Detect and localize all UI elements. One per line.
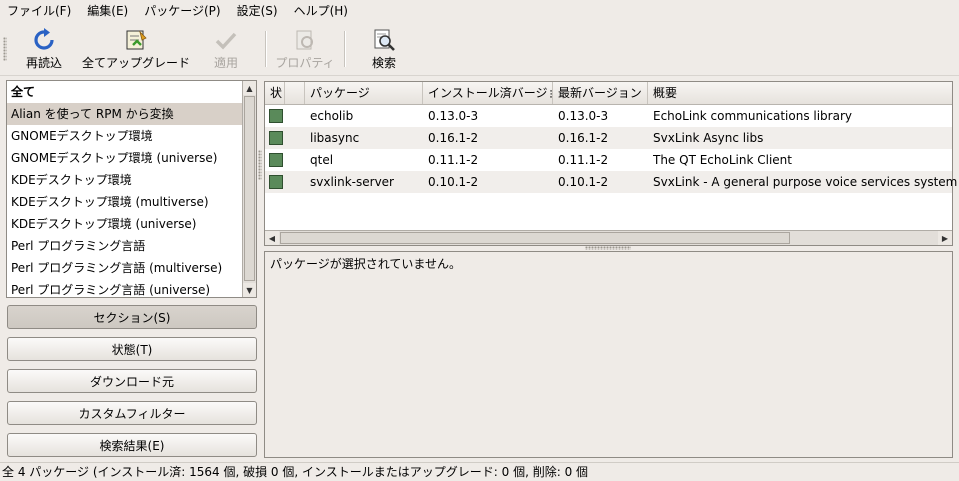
pane-divider-grip[interactable] [258,150,262,180]
package-summary: SvxLink - A general purpose voice servic… [653,175,958,189]
section-item[interactable]: GNOMEデスクトップ環境 [7,125,243,147]
status-text: 全 4 パッケージ (インストール済: 1564 個, 破損 0 個, インスト… [2,465,589,479]
package-description-pane: パッケージが選択されていません。 [264,251,953,458]
package-summary: SvxLink Async libs [653,131,764,145]
pane-divider-grip[interactable] [585,246,631,250]
package-summary: EchoLink communications library [653,109,852,123]
installed-version: 0.16.1-2 [428,131,479,145]
properties-label: プロパティ [275,56,335,70]
menu-package[interactable]: パッケージ(P) [136,0,228,23]
scroll-left-icon[interactable]: ◀ [265,231,279,245]
menu-edit[interactable]: 編集(E) [79,0,136,23]
latest-version: 0.11.1-2 [558,153,609,167]
table-row[interactable]: libasync 0.16.1-2 0.16.1-2 SvxLink Async… [265,127,952,149]
reload-label: 再読込 [25,56,62,70]
installed-status-icon[interactable] [269,109,283,123]
section-filter-button[interactable]: セクション(S) [7,305,257,329]
package-summary: The QT EchoLink Client [653,153,792,167]
scroll-up-icon[interactable]: ▲ [243,81,256,95]
latest-version: 0.16.1-2 [558,131,609,145]
toolbar-separator [344,31,346,67]
table-header: 状 パッケージ インストール済バージョン 最新バージョン 概要 [265,82,952,105]
installed-version: 0.10.1-2 [428,175,479,189]
menu-file[interactable]: ファイル(F) [0,0,79,23]
section-item-all[interactable]: 全て [7,81,243,103]
reload-icon [31,27,57,53]
installed-status-icon[interactable] [269,175,283,189]
section-list-scrollbar[interactable]: ▲ ▼ [242,81,256,297]
search-results-button[interactable]: 検索結果(E) [7,433,257,457]
section-item[interactable]: GNOMEデスクトップ環境 (universe) [7,147,243,169]
column-package[interactable]: パッケージ [305,82,423,104]
description-text: パッケージが選択されていません。 [270,257,462,271]
upgrade-icon [123,27,149,53]
installed-status-icon[interactable] [269,153,283,167]
scroll-down-icon[interactable]: ▼ [243,283,256,297]
column-spacer [285,82,305,104]
latest-version: 0.13.0-3 [558,109,609,123]
table-horizontal-scrollbar[interactable]: ◀ ▶ [265,230,952,245]
package-name: libasync [310,131,360,145]
package-name: echolib [310,109,354,123]
table-row[interactable]: qtel 0.11.1-2 0.11.1-2 The QT EchoLink C… [265,149,952,171]
installed-version: 0.11.1-2 [428,153,479,167]
origin-filter-button[interactable]: ダウンロード元 [7,369,257,393]
table-row[interactable]: echolib 0.13.0-3 0.13.0-3 EchoLink commu… [265,105,952,127]
menubar: ファイル(F) 編集(E) パッケージ(P) 設定(S) ヘルプ(H) [0,0,959,23]
latest-version: 0.10.1-2 [558,175,609,189]
package-name: qtel [310,153,334,167]
section-item[interactable]: Perl プログラミング言語 (multiverse) [7,257,243,279]
column-status[interactable]: 状 [265,82,285,104]
reload-button[interactable]: 再読込 [22,25,66,73]
apply-button[interactable]: 適用 [206,25,246,73]
checkmark-icon [213,27,239,53]
section-item[interactable]: Perl プログラミング言語 [7,235,243,257]
installed-version: 0.13.0-3 [428,109,479,123]
search-button[interactable]: 検索 [364,25,404,73]
section-item-alien[interactable]: Alian を使って RPM から変換 [7,103,243,125]
section-item[interactable]: KDEデスクトップ環境 (universe) [7,213,243,235]
menu-settings[interactable]: 設定(S) [229,0,286,23]
scroll-thumb[interactable] [280,232,790,244]
apply-label: 適用 [213,56,238,70]
column-summary[interactable]: 概要 [648,82,952,104]
status-bar: 全 4 パッケージ (インストール済: 1564 個, 破損 0 個, インスト… [0,462,959,480]
menu-help[interactable]: ヘルプ(H) [286,0,356,23]
toolbar: 再読込 全てアップグレード 適用 プロパティ 検索 [0,23,959,76]
properties-button[interactable]: プロパティ [275,25,335,73]
section-item[interactable]: Perl プログラミング言語 (universe) [7,279,243,297]
package-table: 状 パッケージ インストール済バージョン 最新バージョン 概要 echolib … [264,81,957,246]
column-latest-version[interactable]: 最新バージョン [553,82,648,104]
upgrade-all-label: 全てアップグレード [82,56,191,70]
installed-status-icon[interactable] [269,131,283,145]
section-list-items: 全て Alian を使って RPM から変換 GNOMEデスクトップ環境 GNO… [7,81,243,297]
properties-icon [292,27,318,53]
magnifier-icon [371,27,397,53]
status-filter-button[interactable]: 状態(T) [7,337,257,361]
section-list[interactable]: 全て Alian を使って RPM から変換 GNOMEデスクトップ環境 GNO… [6,80,257,298]
custom-filter-button[interactable]: カスタムフィルター [7,401,257,425]
package-name: svxlink-server [310,175,394,189]
column-installed-version[interactable]: インストール済バージョン [423,82,553,104]
search-label: 検索 [371,56,396,70]
section-item[interactable]: KDEデスクトップ環境 (multiverse) [7,191,243,213]
table-row[interactable]: svxlink-server 0.10.1-2 0.10.1-2 SvxLink… [265,171,957,193]
scroll-right-icon[interactable]: ▶ [938,231,952,245]
scroll-thumb[interactable] [244,96,255,281]
section-item[interactable]: KDEデスクトップ環境 [7,169,243,191]
upgrade-all-button[interactable]: 全てアップグレード [82,25,190,73]
toolbar-separator [265,31,267,67]
toolbar-grip[interactable] [3,37,7,61]
